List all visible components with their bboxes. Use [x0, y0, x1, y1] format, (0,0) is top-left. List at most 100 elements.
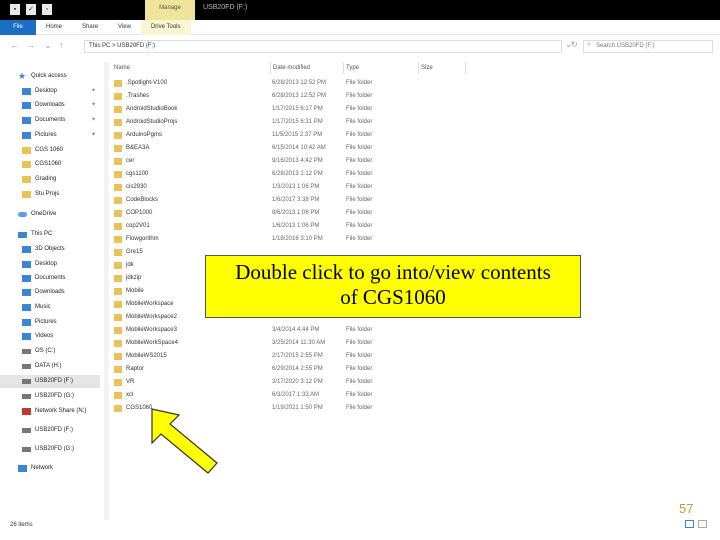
file-row[interactable]: MobileWorkspace3 3/4/2014 4:44 PM File fol…: [114, 325, 464, 336]
sidebar-item[interactable]: USB20FD (G:): [0, 443, 100, 456]
col-header-size[interactable]: Size: [421, 62, 433, 74]
file-row[interactable]: Flowgorithm 1/18/2016 3:10 PM File folder: [114, 234, 464, 245]
large-icons-view-icon[interactable]: [698, 520, 707, 528]
file-row[interactable]: CodeBlocks 1/6/2017 3:38 PM File folder: [114, 195, 464, 206]
address-bar[interactable]: This PC > USB20FD (F:): [84, 40, 562, 53]
folder-icon: [114, 301, 122, 308]
sidebar-item[interactable]: Documents ✦: [0, 114, 100, 127]
up-arrow-icon[interactable]: ↑: [59, 40, 64, 50]
col-header-date[interactable]: Date modified: [273, 62, 310, 74]
forward-arrow-icon[interactable]: →: [26, 40, 35, 50]
sidebar-item[interactable]: This PC: [0, 228, 100, 241]
sidebar-item[interactable]: Network: [0, 462, 100, 475]
address-row: ← → ⌄ ↑ This PC > USB20FD (F:) ⌄ ↻ Searc…: [0, 37, 720, 55]
sidebar-item[interactable]: OneDrive: [0, 208, 100, 221]
col-divider[interactable]: [465, 62, 466, 74]
file-type: File folder: [346, 132, 373, 138]
file-date: 1/6/2013 1:06 PM: [272, 223, 320, 229]
tab-share[interactable]: Share: [72, 20, 108, 35]
sidebar-item[interactable]: DATA (H:): [0, 360, 100, 373]
sidebar-item[interactable]: Desktop ✦: [0, 85, 100, 98]
file-row[interactable]: VR 3/17/2020 3:12 PM File folder: [114, 377, 464, 388]
file-row[interactable]: cis2930 1/3/2013 1:06 PM File folder: [114, 182, 464, 193]
file-row[interactable]: cgs1100 6/28/2013 1:12 PM File folder: [114, 169, 464, 180]
file-name: cer: [126, 158, 135, 164]
col-header-type[interactable]: Type: [346, 62, 359, 74]
file-type: File folder: [346, 379, 373, 385]
recent-chevron-icon[interactable]: ⌄: [44, 40, 52, 51]
file-type: File folder: [346, 340, 373, 346]
sidebar-item[interactable]: Documents: [0, 272, 100, 285]
sidebar-item[interactable]: Downloads ✦: [0, 99, 100, 112]
file-type: File folder: [346, 158, 373, 164]
properties-icon[interactable]: ▪: [10, 4, 20, 15]
new-folder-icon[interactable]: ▫: [42, 4, 52, 15]
sidebar-item[interactable]: Videos: [0, 330, 100, 343]
file-row[interactable]: cer 9/16/2013 4:42 PM File folder: [114, 156, 464, 167]
callout-line-2: of CGS1060: [340, 285, 446, 309]
file-type: File folder: [346, 80, 373, 86]
back-arrow-icon[interactable]: ←: [10, 40, 19, 50]
checkmark-icon[interactable]: ✓: [26, 4, 36, 15]
folder-icon: [114, 405, 122, 412]
file-row[interactable]: AndroidStudioBook 1/17/2015 6:17 PM File f…: [114, 104, 464, 115]
sidebar-item[interactable]: Music: [0, 301, 100, 314]
details-view-icon[interactable]: [685, 520, 694, 528]
sidebar-item[interactable]: Stu Projs: [0, 188, 100, 201]
file-name: CodeBlocks: [126, 197, 159, 203]
tab-drive-tools[interactable]: Drive Tools: [140, 20, 191, 35]
file-row[interactable]: cop2V01 1/6/2013 1:06 PM File folder: [114, 221, 464, 232]
file-row[interactable]: MobileWorkSpace4 3/25/2014 11:30 AM File f…: [114, 338, 464, 349]
file-row[interactable]: COP1000 8/6/2013 1:06 PM File folder: [114, 208, 464, 219]
folder-icon: [114, 236, 122, 243]
sidebar-item[interactable]: CGS 1060: [0, 144, 100, 157]
folder-icon: [114, 132, 122, 139]
refresh-icon[interactable]: ↻: [571, 40, 578, 49]
folder-icon: [114, 366, 122, 373]
view-toggle: [683, 518, 713, 530]
folder-icon: [114, 327, 122, 334]
file-date: 3/25/2014 11:30 AM: [272, 340, 326, 346]
sidebar-item[interactable]: OS (C:): [0, 345, 100, 358]
sidebar-item[interactable]: Pictures: [0, 316, 100, 329]
sidebar-item-label: Network Share (N:): [35, 408, 87, 414]
quick-access-toolbar: ▪ ✓ ▫: [10, 4, 52, 15]
col-header-name[interactable]: Name: [114, 62, 130, 74]
file-row[interactable]: ArduinoPgms 11/5/2015 2:37 PM File folder: [114, 130, 464, 141]
col-divider[interactable]: [270, 62, 271, 74]
sidebar-item[interactable]: Grading: [0, 173, 100, 186]
sidebar-item-label: Quick access: [31, 73, 67, 79]
file-date: 1/19/2021 1:50 PM: [272, 405, 323, 411]
sidebar-item[interactable]: Desktop: [0, 258, 100, 271]
sidebar-item[interactable]: Network Share (N:): [0, 405, 100, 418]
sidebar-item[interactable]: USB20FD (F:): [0, 424, 100, 437]
col-divider[interactable]: [418, 62, 419, 74]
sidebar-item[interactable]: CGS1060: [0, 158, 100, 171]
sidebar-item[interactable]: USB20FD (G:): [0, 390, 100, 403]
sidebar-item[interactable]: Pictures ✦: [0, 129, 100, 142]
tab-view[interactable]: View: [108, 20, 141, 35]
sidebar-item[interactable]: 3D Objects: [0, 243, 100, 256]
file-row[interactable]: Raptor 6/29/2014 2:55 PM File folder: [114, 364, 464, 375]
sidebar-item[interactable]: USB20FD (F:): [0, 375, 100, 388]
nav-scrollbar[interactable]: [104, 62, 109, 520]
search-icon: ⌕: [587, 41, 591, 48]
tab-home[interactable]: Home: [36, 20, 72, 35]
sidebar-item[interactable]: ★ Quick access: [0, 70, 100, 83]
manage-tab[interactable]: Manage: [145, 0, 195, 20]
file-name: VR: [126, 379, 135, 385]
search-input[interactable]: Search USB20FD (F:): [583, 40, 713, 53]
file-row[interactable]: MobileWS2015 2/17/2015 2:55 PM File folder: [114, 351, 464, 362]
folder-icon: [114, 119, 122, 126]
file-row[interactable]: AndroidStudioProjs 1/17/2015 6:31 PM File …: [114, 117, 464, 128]
col-divider[interactable]: [343, 62, 344, 74]
file-row[interactable]: xcl 6/3/2017 1:33 AM File folder: [114, 390, 464, 401]
file-row[interactable]: .Spotlight-V100 6/28/2013 12:52 PM File fo…: [114, 78, 464, 89]
folder-icon: [114, 210, 122, 217]
file-row[interactable]: .Trashes 6/28/2013 12:52 PM File folder: [114, 91, 464, 102]
tab-file[interactable]: File: [0, 20, 36, 35]
file-row[interactable]: B&EA3A 6/15/2014 10:42 AM File folder: [114, 143, 464, 154]
file-type: File folder: [346, 405, 373, 411]
sidebar-item[interactable]: Downloads: [0, 286, 100, 299]
sidebar-item-label: USB20FD (G:): [35, 393, 75, 399]
